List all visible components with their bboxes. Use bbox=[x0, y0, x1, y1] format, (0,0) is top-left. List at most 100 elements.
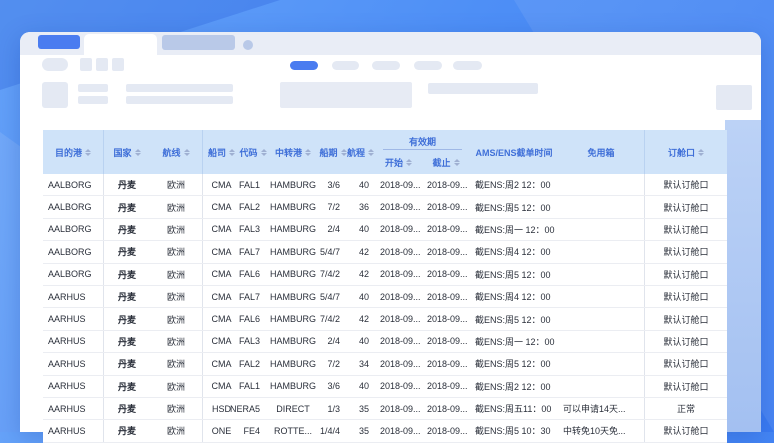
nav-item[interactable] bbox=[453, 61, 482, 70]
cell-freebox bbox=[558, 174, 645, 195]
cell-country: 丹麦 bbox=[104, 420, 150, 441]
back-forward-control[interactable] bbox=[42, 58, 68, 71]
col-header-label: 订舱口 bbox=[668, 146, 695, 159]
col-header-start[interactable]: 开始 bbox=[375, 150, 422, 174]
cell-carrier: CMA bbox=[203, 174, 240, 195]
col-header-days[interactable]: 航程 bbox=[346, 130, 375, 174]
cell-booking[interactable]: 默认订舱口 bbox=[645, 174, 727, 195]
sort-icon[interactable] bbox=[368, 149, 374, 156]
cell-end: 2018-09... bbox=[422, 219, 470, 240]
sort-icon[interactable] bbox=[229, 149, 235, 156]
browser-tab-inactive[interactable] bbox=[162, 35, 235, 50]
cell-days: 35 bbox=[346, 420, 375, 441]
cell-schedule: 1/3 bbox=[320, 398, 346, 419]
cell-days: 34 bbox=[346, 353, 375, 374]
col-header-schedule[interactable]: 船期 bbox=[320, 130, 346, 174]
cell-dest: AALBORG bbox=[43, 174, 104, 195]
col-header-code[interactable]: 代码 bbox=[240, 130, 266, 174]
sort-icon[interactable] bbox=[305, 149, 311, 156]
cell-transit: HAMBURG bbox=[266, 353, 320, 374]
cell-booking[interactable]: 默认订舱口 bbox=[645, 219, 727, 240]
cell-transit: HAMBURG bbox=[266, 196, 320, 217]
cell-booking[interactable]: 正常 bbox=[645, 398, 727, 419]
cell-ams: 截ENS:周一 12：00 bbox=[470, 331, 558, 352]
cell-booking[interactable]: 默认订舱口 bbox=[645, 241, 727, 262]
browser-tab-active[interactable] bbox=[84, 34, 157, 55]
cell-days: 40 bbox=[346, 376, 375, 397]
cell-days: 40 bbox=[346, 174, 375, 195]
table-row: AALBORG丹麦欧洲CMAFAL6HAMBURG7/4/2422018-09.… bbox=[43, 264, 727, 286]
nav-item-active[interactable] bbox=[290, 61, 318, 70]
cell-transit: HAMBURG bbox=[266, 174, 320, 195]
cell-booking[interactable]: 默认订舱口 bbox=[645, 264, 727, 285]
toolbar-button[interactable] bbox=[112, 58, 124, 71]
sort-icon[interactable] bbox=[184, 149, 190, 156]
new-tab-button[interactable] bbox=[243, 40, 253, 50]
cell-start: 2018-09... bbox=[375, 398, 422, 419]
cell-freebox: 可以申请14天... bbox=[558, 398, 645, 419]
cell-code: FAL2 bbox=[240, 196, 266, 217]
cell-country: 丹麦 bbox=[104, 286, 150, 307]
table-row: AARHUS丹麦欧洲HSDNERA5DIRECT1/3352018-09...2… bbox=[43, 398, 727, 420]
col-header-end[interactable]: 截止 bbox=[422, 150, 470, 174]
cell-ams: 截ENS:周2 12：00 bbox=[470, 174, 558, 195]
col-header-route[interactable]: 航线 bbox=[150, 130, 203, 174]
cell-booking[interactable]: 默认订舱口 bbox=[645, 196, 727, 217]
cell-booking[interactable]: 默认订舱口 bbox=[645, 420, 727, 441]
cell-code: FAL6 bbox=[240, 308, 266, 329]
col-header-label: 船司 bbox=[208, 146, 226, 159]
col-header-label: 航线 bbox=[162, 146, 180, 159]
col-header-country[interactable]: 国家 bbox=[104, 130, 150, 174]
table-row: AALBORG丹麦欧洲CMAFAL3HAMBURG2/4402018-09...… bbox=[43, 219, 727, 241]
cell-country: 丹麦 bbox=[104, 308, 150, 329]
cell-booking[interactable]: 默认订舱口 bbox=[645, 376, 727, 397]
cell-end: 2018-09... bbox=[422, 286, 470, 307]
cell-route: 欧洲 bbox=[150, 174, 203, 195]
scrollbar-track[interactable] bbox=[725, 120, 761, 432]
cell-booking[interactable]: 默认订舱口 bbox=[645, 331, 727, 352]
cell-country: 丹麦 bbox=[104, 331, 150, 352]
cell-route: 欧洲 bbox=[150, 196, 203, 217]
cell-start: 2018-09... bbox=[375, 241, 422, 262]
col-header-label: 代码 bbox=[240, 146, 258, 159]
schedule-table: 目的港国家航线船司代码中转港船期航程有效期开始截止AMS/ENS截单时间免用箱订… bbox=[43, 130, 727, 443]
cell-ams: 截ENS:周5 12：00 bbox=[470, 353, 558, 374]
cell-code: FAL1 bbox=[240, 376, 266, 397]
cell-schedule: 2/4 bbox=[320, 331, 346, 352]
sort-icon[interactable] bbox=[406, 159, 412, 166]
table-row: AALBORG丹麦欧洲CMAFAL1HAMBURG3/6402018-09...… bbox=[43, 174, 727, 196]
cell-end: 2018-09... bbox=[422, 241, 470, 262]
toolbar-button[interactable] bbox=[96, 58, 108, 71]
nav-item[interactable] bbox=[332, 61, 359, 70]
col-header-transit[interactable]: 中转港 bbox=[266, 130, 320, 174]
col-group-validity: 有效期 bbox=[383, 130, 462, 150]
cell-start: 2018-09... bbox=[375, 264, 422, 285]
col-header-booking[interactable]: 订舱口 bbox=[645, 130, 727, 174]
browser-tab-pinned[interactable] bbox=[38, 35, 80, 49]
search-box-placeholder[interactable] bbox=[280, 82, 412, 108]
cell-booking[interactable]: 默认订舱口 bbox=[645, 353, 727, 374]
col-header-label: 目的港 bbox=[55, 146, 82, 159]
cell-booking[interactable]: 默认订舱口 bbox=[645, 286, 727, 307]
table-header-row: 目的港国家航线船司代码中转港船期航程有效期开始截止AMS/ENS截单时间免用箱订… bbox=[43, 130, 727, 174]
cell-booking[interactable]: 默认订舱口 bbox=[645, 308, 727, 329]
col-header-carrier[interactable]: 船司 bbox=[203, 130, 240, 174]
cell-ams: 截ENS:周5 12：00 bbox=[470, 196, 558, 217]
nav-item[interactable] bbox=[372, 61, 400, 70]
sort-icon[interactable] bbox=[454, 159, 460, 166]
sort-icon[interactable] bbox=[135, 149, 141, 156]
cell-ams: 截ENS:周5 12：00 bbox=[470, 308, 558, 329]
cell-route: 欧洲 bbox=[150, 331, 203, 352]
nav-item[interactable] bbox=[414, 61, 442, 70]
cell-schedule: 1/4/4 bbox=[320, 420, 346, 441]
cell-ams: 截ENS:周五11：00 bbox=[470, 398, 558, 419]
cell-freebox: 中转免10天免... bbox=[558, 420, 645, 441]
text-placeholder bbox=[78, 84, 108, 92]
col-header-dest[interactable]: 目的港 bbox=[43, 130, 104, 174]
text-placeholder bbox=[78, 96, 108, 104]
col-header-label: 截止 bbox=[432, 156, 450, 169]
toolbar-button[interactable] bbox=[80, 58, 92, 71]
cell-route: 欧洲 bbox=[150, 398, 203, 419]
sort-icon[interactable] bbox=[698, 149, 704, 156]
sort-icon[interactable] bbox=[85, 149, 91, 156]
